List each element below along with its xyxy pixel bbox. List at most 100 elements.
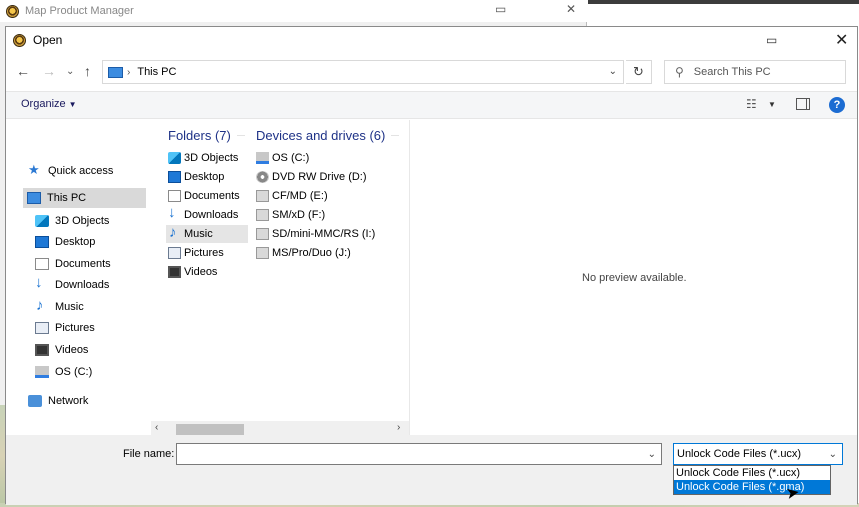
folders-group-header[interactable]: Folders (7) (168, 128, 245, 143)
file-name-combobox[interactable]: ⌄ (176, 443, 662, 465)
nav-music[interactable]: Music (35, 297, 84, 317)
file-type-dropdown-chevron-icon[interactable]: ⌄ (829, 449, 837, 460)
nav-item-label: Documents (55, 258, 111, 270)
pictures-icon (168, 247, 181, 259)
forward-arrow-icon[interactable]: → (42, 63, 56, 79)
folder-item-downloads[interactable]: Downloads (168, 204, 238, 224)
scroll-left-icon[interactable]: ‹ (155, 422, 158, 433)
no-preview-text: No preview available. (582, 272, 687, 284)
3d-objects-icon (35, 215, 49, 227)
folder-item-pictures[interactable]: Pictures (168, 244, 224, 262)
organize-label: Organize (21, 98, 66, 110)
nav-os-c[interactable]: OS (C:) (35, 362, 92, 382)
dialog-app-icon (13, 33, 26, 47)
file-list: Folders (7) Devices and drives (6) 3D Ob… (151, 120, 409, 435)
removable-drive-icon (256, 209, 269, 221)
3d-objects-icon (168, 152, 181, 164)
nav-documents[interactable]: Documents (35, 254, 111, 274)
folders-header-label: Folders (7) (168, 128, 231, 143)
divider (391, 135, 400, 136)
folder-item-3d-objects[interactable]: 3D Objects (168, 149, 238, 167)
breadcrumb-this-pc[interactable]: This PC (137, 66, 176, 78)
nav-pictures[interactable]: Pictures (35, 318, 95, 338)
nav-this-pc[interactable]: This PC (23, 188, 146, 208)
nav-item-label: Desktop (55, 236, 96, 248)
view-options-caret-icon[interactable]: ▼ (768, 100, 776, 109)
drive-label: MS/Pro/Duo (J:) (272, 247, 351, 259)
background-close-button[interactable]: ✕ (566, 2, 576, 16)
nav-quick-access[interactable]: Quick access (28, 161, 113, 181)
nav-item-label: Quick access (48, 165, 114, 177)
drive-icon (35, 366, 49, 378)
folder-label: Documents (184, 190, 240, 202)
desktop-icon (35, 236, 49, 248)
nav-item-label: This PC (47, 192, 87, 204)
scroll-right-icon[interactable]: › (397, 422, 400, 433)
preview-pane: No preview available. (409, 120, 859, 435)
folder-label: Videos (184, 266, 218, 278)
recent-locations-chevron-icon[interactable]: ⌄ (66, 66, 74, 77)
dialog-close-button[interactable]: ✕ (835, 30, 848, 50)
address-dropdown-chevron-icon[interactable]: ⌄ (609, 66, 617, 77)
snap-layout-icon[interactable]: ▭ (495, 2, 506, 16)
pictures-icon (35, 322, 49, 334)
network-icon (28, 395, 42, 407)
address-bar[interactable]: › This PC ⌄ (102, 60, 624, 84)
file-type-selected-value: Unlock Code Files (*.ucx) (677, 448, 802, 460)
nav-desktop[interactable]: Desktop (35, 232, 95, 252)
documents-icon (35, 258, 49, 270)
nav-3d-objects[interactable]: 3D Objects (35, 211, 109, 231)
dialog-snap-layout-icon[interactable]: ▭ (766, 33, 777, 47)
change-view-icon[interactable]: ☷ (746, 97, 757, 111)
nav-videos[interactable]: Videos (35, 340, 88, 360)
drive-item-dvd[interactable]: DVD RW Drive (D:) (256, 168, 367, 186)
scrollbar-thumb[interactable] (176, 424, 244, 435)
file-type-select[interactable]: Unlock Code Files (*.ucx) ⌄ (673, 443, 843, 465)
nav-item-label: 3D Objects (55, 215, 110, 227)
folder-item-documents[interactable]: Documents (168, 187, 240, 205)
folder-item-videos[interactable]: Videos (168, 263, 217, 281)
help-button[interactable]: ? (829, 97, 845, 113)
dialog-titlebar: Open ▭ ✕ (6, 27, 857, 53)
drive-item-sd[interactable]: SD/mini-MMC/RS (I:) (256, 225, 375, 243)
refresh-button[interactable]: ↻ (626, 60, 652, 84)
back-arrow-icon[interactable]: ← (16, 63, 30, 79)
downloads-icon (35, 274, 49, 291)
downloads-icon (168, 204, 181, 221)
music-icon (35, 297, 49, 314)
drive-item-ms-pro[interactable]: MS/Pro/Duo (J:) (256, 244, 351, 262)
command-toolbar: Organize ▼ ☷ ▼ ? (6, 91, 857, 119)
breadcrumb-separator-icon: › (127, 66, 131, 78)
open-file-dialog: Open ▭ ✕ ← → ⌄ ↑ › This PC ⌄ ↻ ⚲ Organiz… (5, 26, 859, 505)
drive-item-os-c[interactable]: OS (C:) (256, 149, 309, 167)
nav-network[interactable]: Network (28, 391, 88, 411)
up-arrow-icon[interactable]: ↑ (84, 63, 91, 79)
nav-downloads[interactable]: Downloads (35, 274, 109, 295)
folder-label: 3D Objects (184, 152, 239, 164)
nav-item-label: Videos (55, 344, 89, 356)
this-pc-icon (108, 66, 123, 78)
folder-item-music[interactable]: Music (166, 224, 248, 243)
devices-group-header[interactable]: Devices and drives (6) (256, 128, 400, 143)
file-type-option-gma[interactable]: Unlock Code Files (*.gma) (674, 480, 830, 494)
preview-pane-toggle-icon[interactable] (796, 98, 810, 110)
file-name-dropdown-chevron-icon[interactable]: ⌄ (648, 449, 656, 460)
search-input[interactable] (693, 66, 834, 78)
file-type-dropdown-list: Unlock Code Files (*.ucx) Unlock Code Fi… (673, 465, 831, 495)
search-box[interactable]: ⚲ (664, 60, 846, 84)
search-icon: ⚲ (675, 65, 684, 79)
refresh-icon: ↻ (633, 64, 644, 79)
dialog-footer: File name: ⌄ Unlock Code Files (*.ucx) ⌄… (6, 435, 857, 505)
drive-item-cf-md[interactable]: CF/MD (E:) (256, 187, 328, 205)
nav-item-label: Pictures (55, 322, 95, 334)
removable-drive-icon (256, 247, 269, 259)
organize-button[interactable]: Organize ▼ (21, 98, 77, 110)
file-type-option-ucx[interactable]: Unlock Code Files (*.ucx) (674, 466, 830, 480)
music-icon (168, 224, 181, 241)
drive-item-sm-xd[interactable]: SM/xD (F:) (256, 206, 325, 224)
organize-caret-icon: ▼ (68, 100, 77, 109)
folder-item-desktop[interactable]: Desktop (168, 168, 224, 186)
folder-label: Pictures (184, 247, 224, 259)
file-name-input[interactable] (177, 444, 637, 464)
desktop-icon (168, 171, 181, 183)
